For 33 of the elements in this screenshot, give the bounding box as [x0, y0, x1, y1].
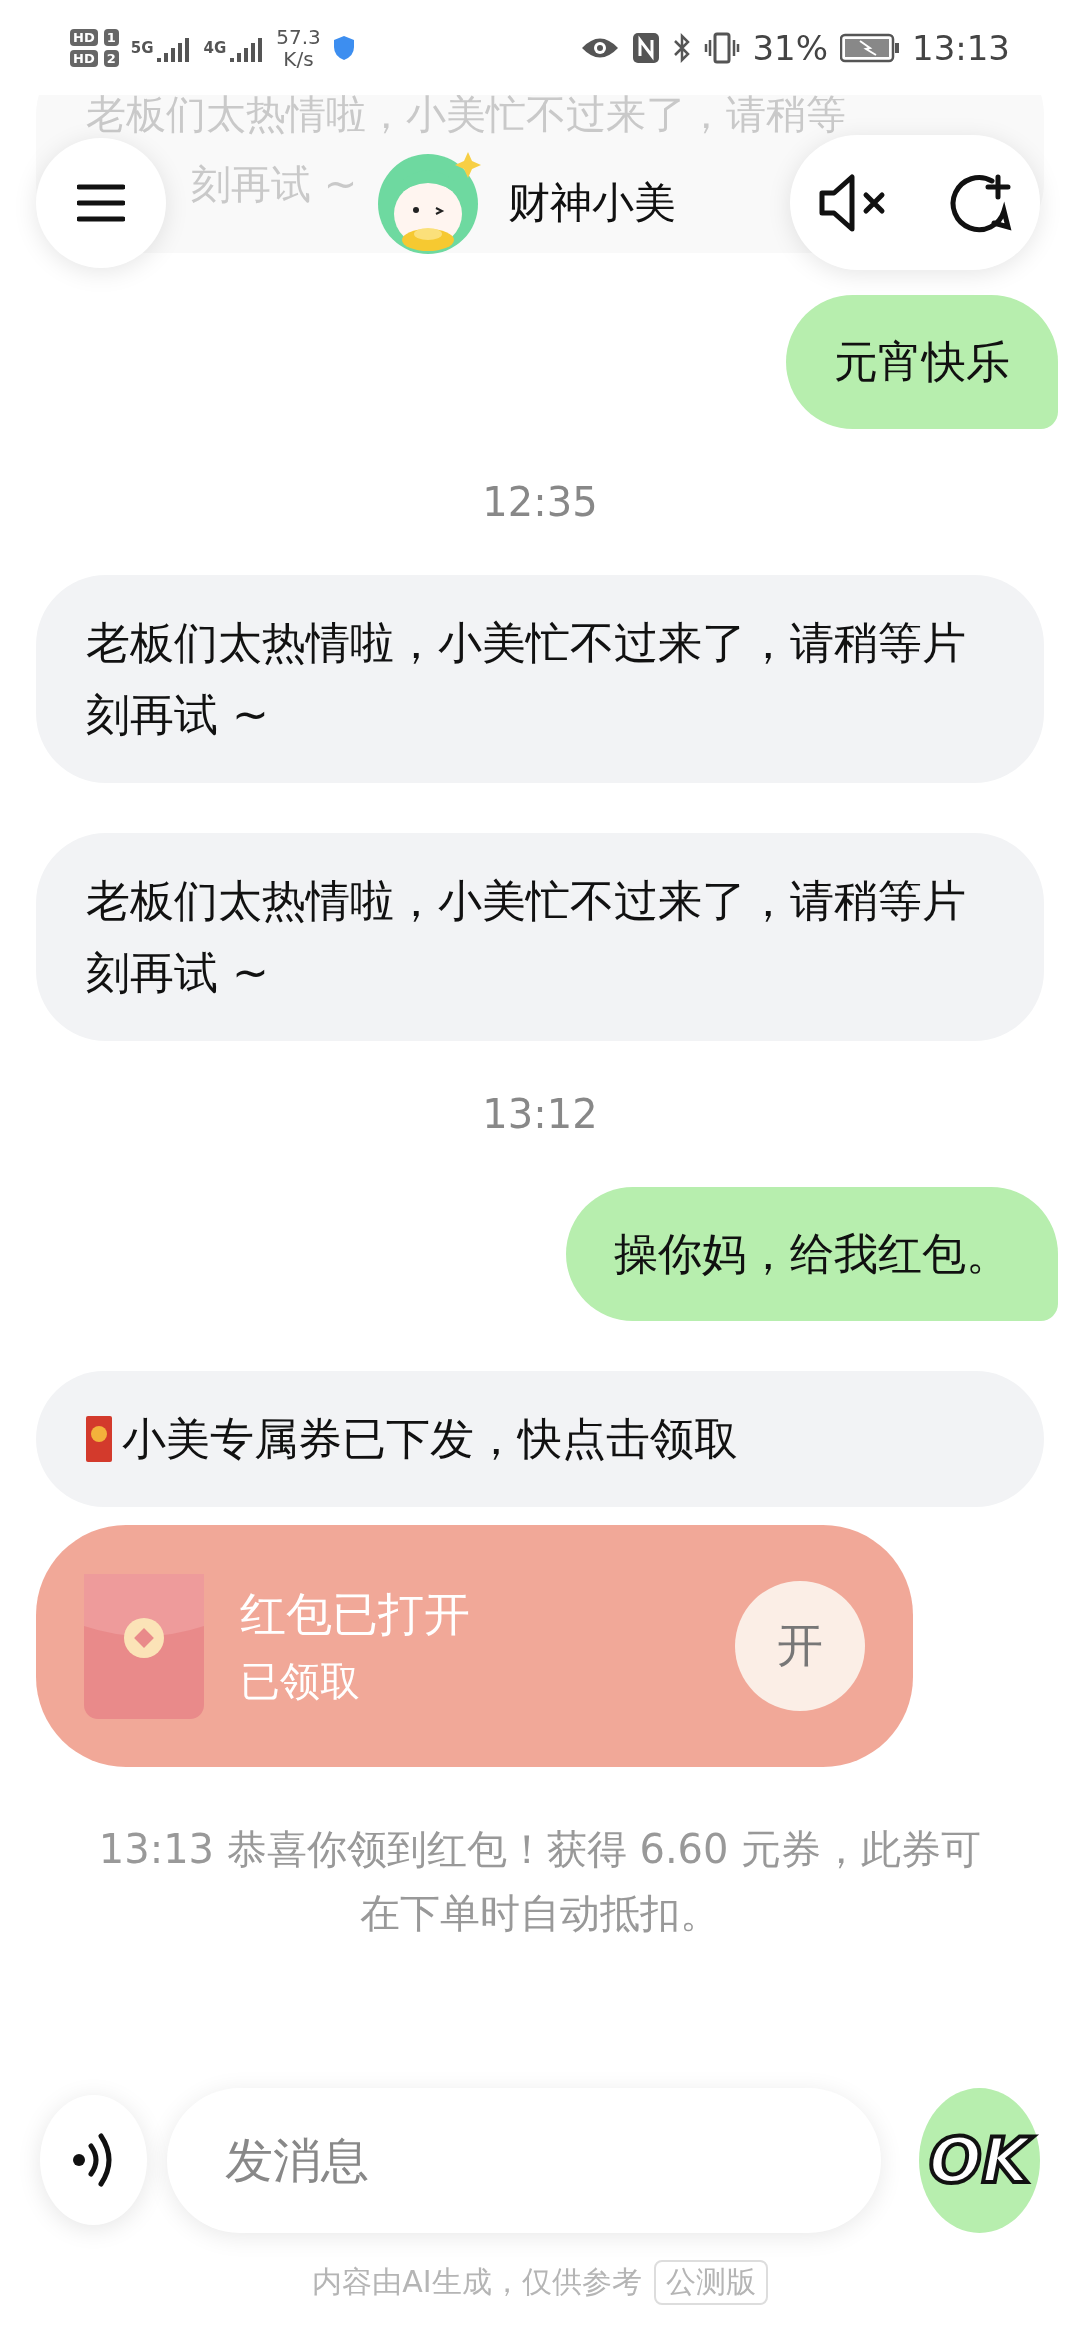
nfc-icon [632, 31, 661, 64]
timestamp: 13:12 [482, 1091, 598, 1137]
network-speed-unit: K/s [283, 47, 314, 70]
sim-slot-badge: 2 [103, 49, 119, 67]
clock: 13:13 [912, 27, 1010, 68]
message-input[interactable]: 发消息 [166, 2087, 881, 2233]
packet-title: 红包已打开 [240, 1585, 471, 1643]
envelope-icon [86, 1416, 112, 1462]
battery-icon [840, 32, 900, 63]
bot-name: 财神小美 [508, 176, 676, 229]
hd-badge: HD [70, 49, 98, 67]
packet-status: 已领取 [240, 1656, 361, 1706]
user-message: 元宵快乐 [786, 295, 1058, 429]
bot-message: 老板们太热情啦，小美忙不过来了，请稍等片刻再试 ~ [36, 575, 1044, 783]
coupon-message: 小美专属券已下发，快点击领取 [122, 1412, 738, 1466]
packet-card[interactable]: 红包已打开 已领取 开 [36, 1525, 913, 1767]
network-speed: 57.3 [276, 25, 321, 48]
ai-disclaimer: 内容由AI生成，仅供参考 [312, 2263, 642, 2301]
user-message: 操你妈，给我红包。 [566, 1187, 1058, 1321]
reward-notice: 13:13 恭喜你领到红包！获得 6.60 元券，此券可在下单时自动抵扣。 [97, 1825, 983, 1938]
shield-icon [332, 34, 355, 61]
beta-badge: 公测版 [653, 2260, 768, 2305]
network-type: 4G [203, 38, 227, 57]
bot-message: 老板们太热情啦，小美忙不过来了，请稍等片刻再试 ~ [36, 833, 1044, 1041]
envelope-icon [84, 1573, 204, 1719]
network-type: 5G [130, 38, 154, 57]
vibrate-icon [704, 31, 741, 64]
timestamp: 12:35 [482, 479, 598, 525]
sim-slot-badge: 1 [103, 28, 119, 46]
menu-icon [77, 182, 125, 223]
hd-badge: HD [70, 28, 98, 46]
battery-percent: 31% [752, 27, 828, 68]
open-button[interactable]: 开 [735, 1581, 865, 1711]
